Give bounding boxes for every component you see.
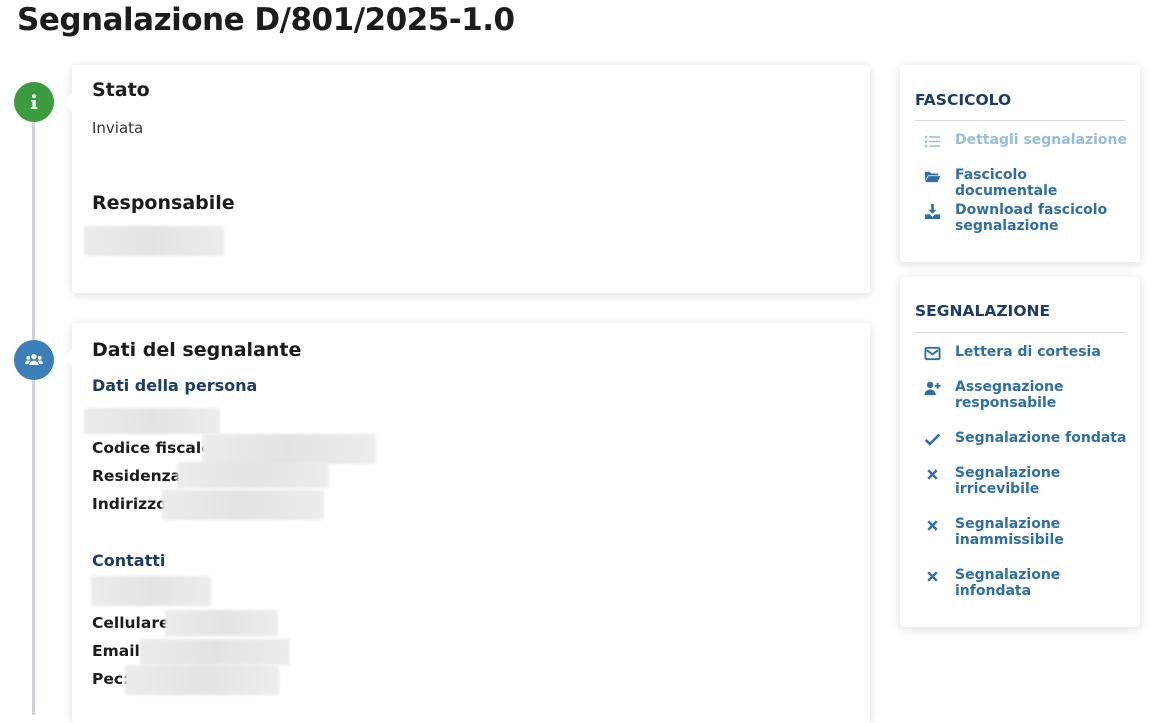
fascicolo-documentale-label: Fascicolo documentale: [955, 167, 1058, 199]
segnalazione-irricevibile-link[interactable]: Segnalazione irricevibile: [922, 465, 1128, 497]
timeline-line: [32, 115, 35, 715]
status-card: Stato Inviata Responsabile: [63, 65, 870, 293]
redacted-pec: [125, 665, 279, 695]
timeline-segnalante-marker: [14, 340, 54, 380]
cellulare-label: Cellulare:: [92, 614, 176, 632]
x-icon: [922, 516, 942, 534]
segnalazione-divider: [915, 332, 1125, 333]
segnalazione-title: SEGNALAZIONE: [915, 302, 1051, 320]
redacted-responsabile: [84, 226, 224, 256]
list-icon: [922, 132, 942, 150]
redacted-nome: [84, 408, 220, 434]
redacted-email: [140, 639, 290, 665]
dettagli-segnalazione-label: Dettagli segnalazione: [955, 132, 1127, 148]
pec-label: Pec:: [92, 670, 130, 688]
assegnazione-responsabile-link[interactable]: Assegnazione responsabile: [922, 379, 1128, 411]
redacted-indirizzo: [162, 490, 324, 520]
status-value: Inviata: [92, 119, 144, 137]
status-heading: Stato: [92, 79, 150, 101]
redacted-residenza: [177, 462, 329, 488]
fascicolo-panel: FASCICOLO Dettagli segnalazione Fascicol…: [900, 65, 1140, 262]
assegnazione-responsabile-label: Assegnazione responsabile: [955, 379, 1064, 411]
check-icon: [922, 430, 942, 448]
contatti-subheading: Contatti: [92, 551, 166, 570]
folder-open-icon: [922, 167, 942, 185]
fascicolo-documentale-link[interactable]: Fascicolo documentale: [922, 167, 1128, 199]
segnalazione-inammissibile-link[interactable]: Segnalazione inammissibile: [922, 516, 1128, 548]
indirizzo-label: Indirizzo:: [92, 495, 174, 513]
x-icon: [922, 567, 942, 585]
download-fascicolo-link[interactable]: Download fascicolo segnalazione: [922, 202, 1128, 234]
segnalazione-panel: SEGNALAZIONE Lettera di cortesia Assegna…: [900, 277, 1140, 627]
redacted-contatto: [91, 576, 211, 606]
info-icon: [30, 94, 38, 109]
redacted-codice-fiscale: [202, 434, 376, 464]
lettera-cortesia-link[interactable]: Lettera di cortesia: [922, 344, 1128, 362]
segnalazione-irricevibile-label: Segnalazione irricevibile: [955, 465, 1061, 497]
redacted-cellulare: [165, 610, 278, 636]
users-icon: [24, 354, 44, 365]
page-title: Segnalazione D/801/2025-1.0: [17, 2, 515, 38]
segnalante-heading: Dati del segnalante: [92, 339, 302, 361]
fascicolo-divider: [915, 120, 1125, 121]
email-label: Email:: [92, 642, 147, 660]
dettagli-segnalazione-link[interactable]: Dettagli segnalazione: [922, 132, 1128, 150]
segnalazione-fondata-link[interactable]: Segnalazione fondata: [922, 430, 1128, 448]
residenza-label: Residenza:: [92, 467, 188, 485]
segnalazione-infondata-label: Segnalazione infondata: [955, 567, 1061, 599]
responsabile-heading: Responsabile: [92, 192, 235, 214]
codice-fiscale-label: Codice fiscale:: [92, 439, 218, 457]
user-plus-icon: [922, 379, 942, 397]
segnalante-card: Dati del segnalante Dati della persona C…: [63, 323, 870, 723]
download-fascicolo-label: Download fascicolo segnalazione: [955, 202, 1108, 234]
x-icon: [922, 465, 942, 483]
download-icon: [922, 202, 942, 220]
envelope-icon: [922, 344, 942, 362]
fascicolo-title: FASCICOLO: [915, 91, 1012, 109]
segnalazione-fondata-label: Segnalazione fondata: [955, 430, 1127, 446]
timeline-status-marker: [14, 82, 54, 122]
persona-subheading: Dati della persona: [92, 376, 258, 395]
lettera-cortesia-label: Lettera di cortesia: [955, 344, 1101, 360]
segnalazione-infondata-link[interactable]: Segnalazione infondata: [922, 567, 1128, 599]
segnalazione-inammissibile-label: Segnalazione inammissibile: [955, 516, 1064, 548]
